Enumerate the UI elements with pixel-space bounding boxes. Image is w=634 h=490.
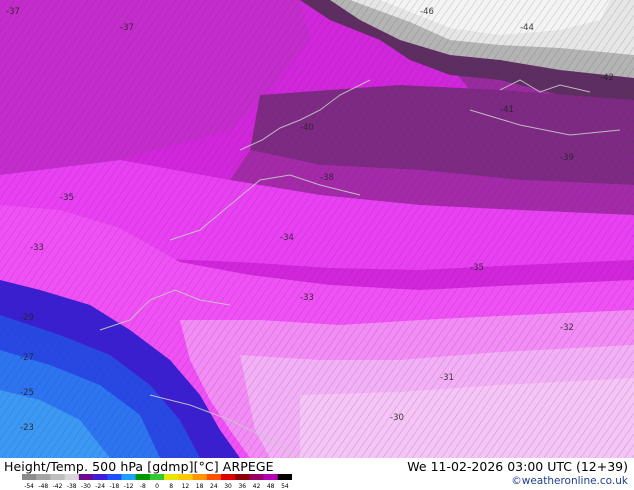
color-swatch <box>93 474 108 480</box>
color-tick-label: 42 <box>253 483 261 490</box>
temp-label: -37 <box>6 7 20 17</box>
temp-label: -23 <box>20 423 34 433</box>
color-swatch <box>22 474 37 480</box>
temp-label: -38 <box>320 173 334 183</box>
color-tick-label: -8 <box>140 483 146 490</box>
color-swatch <box>107 474 122 480</box>
color-tick-label: -24 <box>95 483 105 490</box>
color-tick-label: 54 <box>281 483 289 490</box>
footer-bar: Height/Temp. 500 hPa [gdmp][°C] ARPEGE W… <box>0 458 634 490</box>
color-tick-label: 8 <box>169 483 173 490</box>
temperature-map: -37 -37 -46 -44 -42 -41 -40 -39 -38 -35 … <box>0 0 634 458</box>
color-swatch <box>277 474 292 480</box>
color-tick-label: -12 <box>124 483 134 490</box>
temp-label: -29 <box>20 313 34 323</box>
temp-label: -40 <box>300 123 314 133</box>
temp-label: -35 <box>60 193 74 203</box>
temp-label: -33 <box>30 243 44 253</box>
chart-title: Height/Temp. 500 hPa [gdmp][°C] ARPEGE <box>4 459 274 474</box>
color-swatch <box>220 474 236 480</box>
color-swatch <box>164 474 179 480</box>
color-tick-label: 18 <box>196 483 204 490</box>
temp-label: -31 <box>440 373 454 383</box>
temp-label: -27 <box>20 353 34 363</box>
color-swatch <box>263 474 279 480</box>
color-tick-label: 36 <box>238 483 246 490</box>
credit-link[interactable]: ©weatheronline.co.uk <box>511 475 628 487</box>
color-tick-label: -30 <box>81 483 91 490</box>
temp-label: -25 <box>20 388 34 398</box>
temp-label: -35 <box>470 263 484 273</box>
color-swatch <box>78 474 94 480</box>
color-tick-label: -54 <box>24 483 34 490</box>
temp-label: -33 <box>300 293 314 303</box>
color-tick-label: 12 <box>182 483 190 490</box>
color-swatch <box>235 474 250 480</box>
color-tick-label: -48 <box>38 483 48 490</box>
color-tick-label: 48 <box>267 483 275 490</box>
color-swatch <box>36 474 51 480</box>
color-tick-label: 24 <box>210 483 218 490</box>
color-tick-label: -42 <box>53 483 63 490</box>
temp-label: -30 <box>390 413 404 423</box>
temp-label: -32 <box>560 323 574 333</box>
temp-label: -37 <box>120 23 134 33</box>
temp-label: -41 <box>500 105 514 115</box>
temp-label: -34 <box>280 233 294 243</box>
color-swatch <box>206 474 222 480</box>
color-swatch <box>192 474 208 480</box>
color-tick-label: 30 <box>224 483 232 490</box>
color-swatch <box>135 474 151 480</box>
color-swatch <box>249 474 264 480</box>
color-tick-label: -38 <box>67 483 77 490</box>
valid-datetime: We 11-02-2026 03:00 UTC (12+39) <box>407 459 628 474</box>
contour-hatching <box>0 0 634 458</box>
color-scale: -54 -48 -42 -38 -30 -24 -18 -12 -8 0 8 12 18 24 30 36 42… <box>22 474 292 490</box>
color-swatch <box>149 474 165 480</box>
temp-label: -46 <box>420 7 434 17</box>
color-tick-label: 0 <box>155 483 159 490</box>
color-swatch <box>50 474 65 480</box>
temp-label: -42 <box>600 73 614 83</box>
color-swatch <box>64 474 80 480</box>
color-swatch <box>178 474 193 480</box>
color-swatch <box>121 474 136 480</box>
color-tick-label: -18 <box>109 483 119 490</box>
temp-label: -39 <box>560 153 574 163</box>
temp-label: -44 <box>520 23 534 33</box>
